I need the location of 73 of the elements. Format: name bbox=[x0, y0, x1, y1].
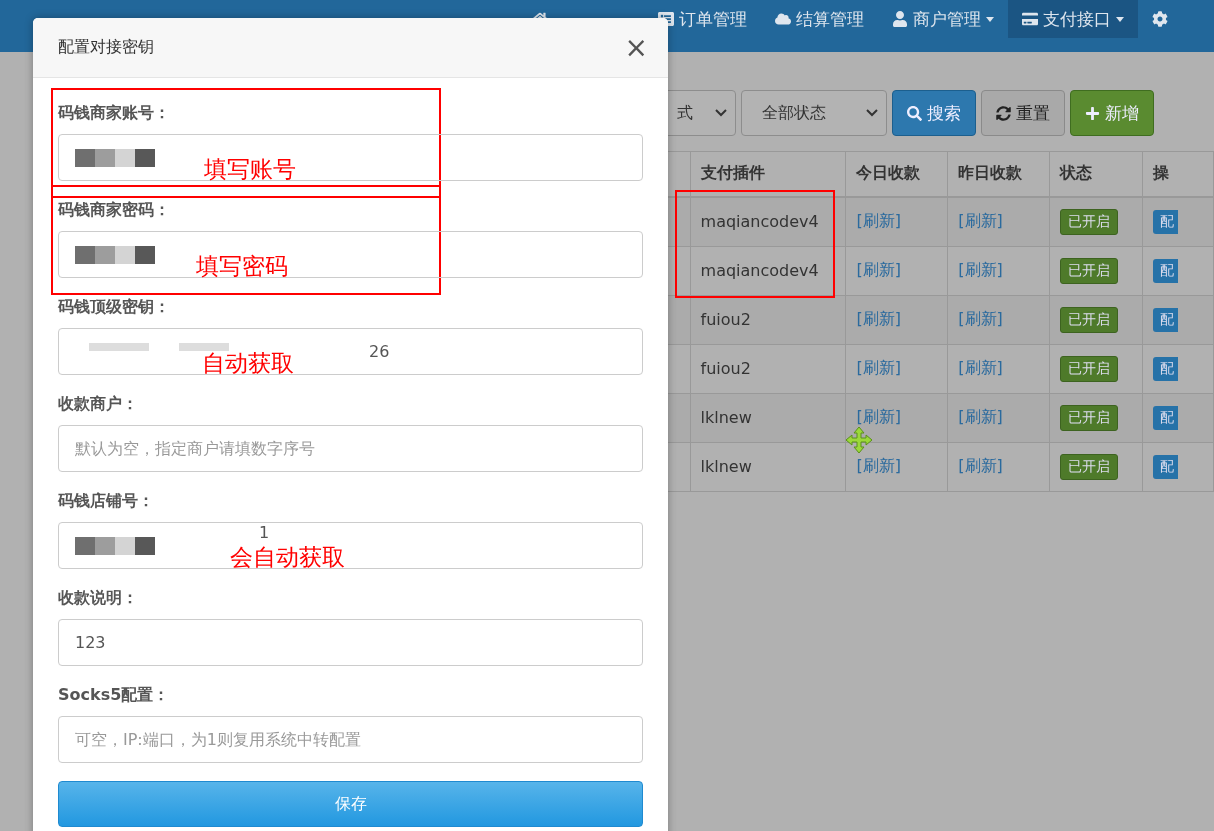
refresh-link[interactable]: [刷新] bbox=[856, 456, 901, 475]
reset-button[interactable]: 重置 bbox=[981, 90, 1065, 136]
field-label: 收款说明： bbox=[58, 587, 139, 609]
refresh-link[interactable]: [刷新] bbox=[856, 358, 901, 377]
annotation-text: 填写密码 bbox=[196, 254, 288, 280]
column-header: 今日收款 bbox=[845, 151, 948, 197]
refresh-icon bbox=[996, 105, 1011, 121]
refresh-link[interactable]: [刷新] bbox=[958, 260, 1003, 279]
field-value: 26 bbox=[369, 343, 390, 361]
config-button[interactable]: 配 bbox=[1153, 356, 1179, 381]
input-field[interactable]: 1 会自动获取 bbox=[58, 522, 643, 569]
input-field[interactable]: 默认为空，指定商户请填数字序号 bbox=[58, 425, 643, 472]
status-badge: 已开启 bbox=[1060, 208, 1119, 235]
input-field[interactable]: 可空，IP:端口，为1则复用系统中转配置 bbox=[58, 716, 643, 763]
table-cell: lklnew bbox=[690, 442, 846, 491]
config-button[interactable]: 配 bbox=[1153, 209, 1179, 234]
annotation-text: 填写账号 bbox=[204, 157, 296, 183]
move-cursor-icon bbox=[845, 426, 873, 454]
field-label: 码钱商家密码： bbox=[58, 199, 171, 221]
plus-icon bbox=[1085, 105, 1100, 121]
user-icon bbox=[892, 11, 908, 27]
nav-item[interactable]: 结算管理 bbox=[761, 0, 878, 38]
status-badge: 已开启 bbox=[1060, 404, 1119, 431]
chevron-icon bbox=[866, 109, 878, 117]
dialog-title: 配置对接密钥 bbox=[58, 37, 154, 58]
table-cell: fuiou2 bbox=[690, 295, 846, 344]
filter-select[interactable]: 全部状态 bbox=[741, 90, 887, 136]
config-button[interactable]: 配 bbox=[1153, 258, 1179, 283]
table-cell: lklnew bbox=[690, 393, 846, 442]
annotation-text: 自动获取 bbox=[202, 351, 294, 377]
input-field[interactable]: 123 bbox=[58, 619, 643, 666]
refresh-link[interactable]: [刷新] bbox=[958, 407, 1003, 426]
status-badge: 已开启 bbox=[1060, 306, 1119, 333]
field-label: 码钱店铺号： bbox=[58, 490, 155, 512]
status-badge: 已开启 bbox=[1060, 355, 1119, 382]
nav-item[interactable]: 商户管理 bbox=[878, 0, 1008, 38]
status-badge: 已开启 bbox=[1060, 257, 1119, 284]
column-header: 状态 bbox=[1049, 151, 1143, 197]
annotation-text: 会自动获取 bbox=[230, 545, 345, 571]
refresh-link[interactable]: [刷新] bbox=[958, 309, 1003, 328]
field-label: Socks5配置： bbox=[58, 684, 171, 706]
refresh-link[interactable]: [刷新] bbox=[856, 211, 901, 230]
refresh-link[interactable]: [刷新] bbox=[958, 211, 1003, 230]
config-button[interactable]: 配 bbox=[1153, 405, 1179, 430]
chevron-icon bbox=[715, 109, 727, 117]
add-button[interactable]: 新增 bbox=[1070, 90, 1154, 136]
column-header: 操 bbox=[1142, 151, 1214, 197]
settings-icon bbox=[1152, 11, 1168, 27]
config-button[interactable]: 配 bbox=[1153, 307, 1179, 332]
input-field[interactable]: 填写账号 bbox=[58, 134, 643, 181]
refresh-link[interactable]: [刷新] bbox=[856, 309, 901, 328]
search-icon bbox=[907, 105, 922, 121]
field-label: 码钱商家账号： bbox=[58, 102, 171, 124]
refresh-link[interactable]: [刷新] bbox=[856, 260, 901, 279]
input-field[interactable]: 填写密码 bbox=[58, 231, 643, 278]
column-header: 昨日收款 bbox=[947, 151, 1050, 197]
card-icon bbox=[1022, 11, 1038, 27]
close-button[interactable]: × bbox=[624, 33, 648, 62]
field-label: 收款商户： bbox=[58, 393, 139, 415]
refresh-link[interactable]: [刷新] bbox=[856, 407, 901, 426]
nav-item[interactable]: 支付接口 bbox=[1008, 0, 1138, 38]
table-cell: maqiancodev4 bbox=[690, 246, 846, 295]
status-badge: 已开启 bbox=[1060, 453, 1119, 480]
field-label: 码钱顶级密钥： bbox=[58, 296, 171, 318]
cloud-icon bbox=[775, 11, 791, 27]
refresh-link[interactable]: [刷新] bbox=[958, 358, 1003, 377]
save-button[interactable]: 保存 bbox=[58, 781, 643, 827]
config-button[interactable]: 配 bbox=[1153, 454, 1179, 479]
table-cell: fuiou2 bbox=[690, 344, 846, 393]
input-field[interactable]: 自动获取 26 bbox=[58, 328, 643, 375]
refresh-link[interactable]: [刷新] bbox=[958, 456, 1003, 475]
search-button[interactable]: 搜索 bbox=[892, 90, 976, 136]
field-value: 1 bbox=[259, 524, 270, 542]
